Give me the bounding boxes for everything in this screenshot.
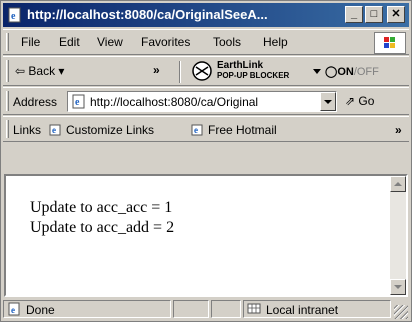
links-bar: Links e Customize Links e Free Hotmail » bbox=[3, 116, 409, 142]
radio-icon: ◯ bbox=[325, 66, 338, 78]
menu-help[interactable]: Help bbox=[263, 35, 288, 49]
svg-text:e: e bbox=[11, 305, 15, 315]
status-bar: e Done Local intranet bbox=[3, 298, 409, 320]
address-grip[interactable] bbox=[6, 91, 9, 111]
resize-grip[interactable] bbox=[394, 305, 408, 319]
page-icon: e bbox=[7, 302, 22, 316]
link-label: Customize Links bbox=[66, 123, 155, 137]
go-label: Go bbox=[358, 94, 375, 108]
maximize-button[interactable]: □ bbox=[365, 6, 383, 23]
window-title: http://localhost:8080/ca/OriginalSeeA... bbox=[27, 7, 268, 22]
go-button[interactable]: ⇗ Go bbox=[345, 94, 374, 108]
svg-text:e: e bbox=[194, 125, 198, 135]
intranet-icon bbox=[247, 302, 262, 316]
toolbar-grip[interactable] bbox=[6, 60, 9, 82]
security-zone-pane: Local intranet bbox=[243, 300, 391, 318]
status-pane-empty bbox=[173, 300, 209, 318]
minimize-button[interactable]: _ bbox=[345, 6, 363, 23]
menu-bar: File Edit View Favorites Tools Help bbox=[3, 29, 409, 55]
page-content[interactable]: Update to acc_acc = 1 Update to acc_add … bbox=[4, 174, 408, 297]
title-bar[interactable]: e http://localhost:8080/ca/OriginalSeeA.… bbox=[3, 3, 409, 27]
close-button[interactable]: ✕ bbox=[387, 6, 405, 23]
zone-text: Local intranet bbox=[266, 303, 339, 317]
menu-view[interactable]: View bbox=[97, 35, 123, 49]
link-free-hotmail[interactable]: e Free Hotmail bbox=[191, 123, 277, 137]
earthlink-logo-icon bbox=[191, 59, 213, 83]
page-icon: e bbox=[71, 94, 87, 109]
browser-window: e http://localhost:8080/ca/OriginalSeeA.… bbox=[0, 0, 412, 322]
menu-tools[interactable]: Tools bbox=[213, 35, 241, 49]
address-field[interactable]: e bbox=[67, 91, 337, 112]
menu-favorites[interactable]: Favorites bbox=[141, 35, 190, 49]
svg-text:e: e bbox=[52, 125, 56, 135]
scroll-up-button[interactable] bbox=[390, 176, 406, 192]
status-pane: e Done bbox=[3, 300, 171, 318]
link-label: Free Hotmail bbox=[208, 123, 277, 137]
toolbar: ⇦ Back ▾ » EarthLink POP-UP BLOCKER ◯ON/… bbox=[3, 56, 409, 86]
menu-edit[interactable]: Edit bbox=[59, 35, 80, 49]
links-label: Links bbox=[13, 123, 42, 137]
ie-page-icon: e bbox=[7, 7, 23, 23]
popup-blocker-toggle[interactable]: ◯ON/OFF bbox=[325, 65, 379, 78]
menu-grip[interactable] bbox=[6, 33, 9, 51]
menu-file[interactable]: File bbox=[21, 35, 40, 49]
links-overflow-chevron[interactable]: » bbox=[395, 123, 402, 137]
links-grip[interactable] bbox=[6, 120, 9, 138]
page-icon: e bbox=[191, 124, 205, 136]
chevron-down-icon[interactable] bbox=[313, 69, 321, 74]
svg-text:e: e bbox=[75, 97, 80, 108]
windows-logo-icon bbox=[374, 32, 406, 54]
earthlink-subtitle: POP-UP BLOCKER bbox=[217, 71, 290, 80]
svg-text:e: e bbox=[11, 11, 16, 22]
popup-off-label: /OFF bbox=[353, 66, 379, 78]
address-label: Address bbox=[13, 95, 58, 109]
toolbar-separator bbox=[179, 61, 181, 83]
popup-on-label: ON bbox=[337, 66, 354, 78]
address-bar: Address e ⇗ Go bbox=[3, 87, 409, 115]
toolbar-overflow-chevron[interactable]: » bbox=[153, 63, 160, 77]
vertical-scrollbar[interactable] bbox=[390, 176, 406, 295]
page-icon: e bbox=[49, 124, 63, 136]
earthlink-brand: EarthLink bbox=[217, 60, 264, 71]
address-dropdown-button[interactable] bbox=[320, 92, 336, 111]
status-pane-empty bbox=[211, 300, 241, 318]
scroll-down-button[interactable] bbox=[390, 279, 406, 295]
content-line: Update to acc_add = 2 bbox=[30, 219, 175, 236]
content-text: Update to acc_acc = 1 Update to acc_add … bbox=[30, 198, 174, 238]
address-input[interactable] bbox=[90, 93, 318, 110]
status-text: Done bbox=[26, 303, 55, 317]
link-customize-links[interactable]: e Customize Links bbox=[49, 123, 154, 137]
earthlink-popup-blocker[interactable]: EarthLink POP-UP BLOCKER bbox=[217, 61, 289, 81]
content-line: Update to acc_acc = 1 bbox=[30, 199, 173, 216]
back-button[interactable]: ⇦ Back ▾ bbox=[15, 64, 64, 78]
chrome-gap bbox=[3, 143, 409, 173]
go-arrow-icon: ⇗ bbox=[345, 94, 356, 108]
